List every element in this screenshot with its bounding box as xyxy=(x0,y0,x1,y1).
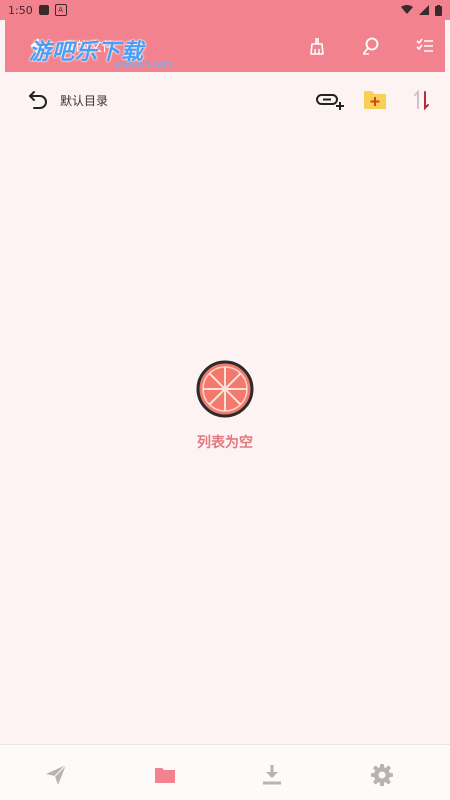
empty-message: 列表为空 xyxy=(197,435,253,451)
wifi-icon xyxy=(401,5,413,14)
checklist-icon xyxy=(416,38,433,52)
broom-icon xyxy=(310,38,324,55)
new-folder-icon[interactable] xyxy=(362,86,388,112)
directory-label: 默认目录 xyxy=(60,94,109,108)
app-bar-actions xyxy=(305,34,437,58)
folder-icon[interactable] xyxy=(153,763,177,787)
settings-icon[interactable] xyxy=(370,763,394,787)
select-button[interactable] xyxy=(413,34,437,58)
status-time: 1:50 xyxy=(8,3,33,17)
undo-icon[interactable] xyxy=(26,88,50,112)
empty-state: 列表为空 xyxy=(0,360,450,452)
badge-icon: A xyxy=(54,4,67,16)
watermark-subtitle: yxdown.com xyxy=(115,60,173,70)
directory-toolbar: 默认目录 xyxy=(0,80,450,120)
search-icon xyxy=(363,37,379,55)
badge-letter: A xyxy=(58,6,64,14)
sort-icon[interactable] xyxy=(410,88,434,112)
app-bar: 我的文件 游吧乐下载 yxdown.com xyxy=(5,20,445,72)
download-icon[interactable] xyxy=(260,763,284,787)
send-icon[interactable] xyxy=(44,763,68,787)
grapefruit-icon xyxy=(196,360,254,418)
search-button[interactable] xyxy=(359,34,383,58)
notification-icon xyxy=(38,5,49,15)
signal-icon xyxy=(419,5,429,15)
battery-icon xyxy=(435,4,442,16)
clean-button[interactable] xyxy=(305,34,329,58)
add-link-icon[interactable] xyxy=(315,88,345,112)
bottom-nav xyxy=(0,744,450,800)
status-bar: 1:50 A xyxy=(0,0,450,20)
